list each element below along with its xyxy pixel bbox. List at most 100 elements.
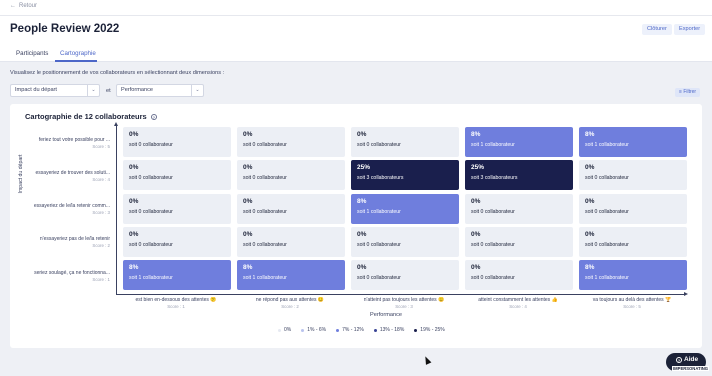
column-label-text: va toujours au delà des attentes 🏆 xyxy=(592,297,672,303)
column-label: n'atteint pas toujours les attentes 😐 Sc… xyxy=(347,297,461,309)
map-cell[interactable]: 0% soit 0 collaborateur xyxy=(123,160,231,190)
active-tab-indicator xyxy=(55,60,97,62)
cell-count: soit 0 collaborateur xyxy=(357,275,401,281)
tab-participants[interactable]: Participants xyxy=(16,50,48,57)
legend-swatch xyxy=(414,328,418,332)
column-label: ne répond pas aux attentes 😐 Score : 2 xyxy=(233,297,347,309)
cell-count: soit 1 collaborateur xyxy=(471,142,515,148)
map-cell[interactable]: 0% soit 0 collaborateur xyxy=(237,160,345,190)
row-label: essayeriez de trouver des soluti... Scor… xyxy=(32,170,110,182)
legend-item: 0% xyxy=(278,327,291,333)
row-score: Score : 2 xyxy=(92,243,110,248)
legend: 0% 1% - 6% 7% - 12% 13% - 18% 19% - 25% xyxy=(278,327,445,333)
legend-item: 13% - 18% xyxy=(373,327,405,333)
legend-swatch xyxy=(373,328,377,332)
cell-percentage: 0% xyxy=(357,231,367,238)
y-axis-line xyxy=(116,124,117,295)
cell-percentage: 0% xyxy=(129,198,139,205)
row-score: Score : 5 xyxy=(92,144,110,149)
row-label-text: n'essayeriez pas de le/la retenir xyxy=(39,236,110,242)
cell-count: soit 0 collaborateur xyxy=(129,209,173,215)
row-label: n'essayeriez pas de le/la retenir Score … xyxy=(32,236,110,248)
map-cell[interactable]: 8% soit 1 collaborateur xyxy=(123,260,231,290)
cell-count: soit 1 collaborateur xyxy=(129,275,173,281)
column-label-text: atteint constamment les attentes 👍 xyxy=(478,297,558,303)
filter-button[interactable]: ≡ Filtrer xyxy=(675,88,701,97)
map-cell[interactable]: 8% soit 1 collaborateur xyxy=(579,127,687,157)
cell-percentage: 8% xyxy=(471,131,481,138)
map-cell[interactable]: 0% soit 0 collaborateur xyxy=(237,194,345,224)
cell-percentage: 0% xyxy=(357,131,367,138)
dimension-y-select[interactable]: Impact du départ ⌄ xyxy=(10,84,100,97)
help-label: Aide xyxy=(684,356,699,363)
map-title: Cartographie de 12 collaborateurs ? xyxy=(25,112,157,121)
map-cell[interactable]: 8% soit 1 collaborateur xyxy=(465,127,573,157)
cell-percentage: 0% xyxy=(129,164,139,171)
cell-percentage: 0% xyxy=(129,231,139,238)
map-cell[interactable]: 0% soit 0 collaborateur xyxy=(351,227,459,257)
map-cell[interactable]: 0% soit 0 collaborateur xyxy=(465,194,573,224)
row-label-text: seriez soulagé, ça ne fonctionna... xyxy=(34,270,110,276)
map-cell[interactable]: 0% soit 0 collaborateur xyxy=(237,227,345,257)
cell-count: soit 3 collaborateurs xyxy=(471,175,518,181)
map-cell[interactable]: 0% soit 0 collaborateur xyxy=(351,127,459,157)
map-cell[interactable]: 0% soit 0 collaborateur xyxy=(237,127,345,157)
cell-count: soit 0 collaborateur xyxy=(357,242,401,248)
map-cell[interactable]: 25% soit 3 collaborateurs xyxy=(351,160,459,190)
conjunction-label: et xyxy=(106,88,111,94)
dimension-y-value: Impact du départ xyxy=(15,87,57,93)
map-cell[interactable]: 0% soit 0 collaborateur xyxy=(123,127,231,157)
map-cell[interactable]: 0% soit 0 collaborateur xyxy=(579,194,687,224)
cell-percentage: 8% xyxy=(357,198,367,205)
cell-percentage: 25% xyxy=(471,164,485,171)
cell-count: soit 1 collaborateur xyxy=(357,209,401,215)
column-label: est bien en-dessous des attentes 😕 Score… xyxy=(119,297,233,309)
map-cell[interactable]: 0% soit 0 collaborateur xyxy=(579,160,687,190)
info-icon[interactable]: ? xyxy=(150,114,157,121)
map-cell[interactable]: 0% soit 0 collaborateur xyxy=(465,260,573,290)
help-content: ? Aide xyxy=(676,356,698,363)
map-cell[interactable]: 0% soit 0 collaborateur xyxy=(579,227,687,257)
column-score: Score : 4 xyxy=(509,304,527,309)
tab-cartographie[interactable]: Cartographie xyxy=(60,50,96,57)
map-cell[interactable]: 25% soit 3 collaborateurs xyxy=(465,160,573,190)
cell-count: soit 0 collaborateur xyxy=(243,242,287,248)
column-label-text: est bien en-dessous des attentes 😕 xyxy=(135,297,217,303)
map-cell[interactable]: 8% soit 1 collaborateur xyxy=(237,260,345,290)
column-label: va toujours au delà des attentes 🏆 Score… xyxy=(575,297,689,309)
cell-count: soit 0 collaborateur xyxy=(585,242,629,248)
back-link[interactable]: ← Retour xyxy=(10,3,37,9)
legend-label: 7% - 12% xyxy=(342,327,364,333)
cell-percentage: 8% xyxy=(129,264,139,271)
map-cell[interactable]: 8% soit 1 collaborateur xyxy=(351,194,459,224)
cell-percentage: 25% xyxy=(357,164,371,171)
cell-percentage: 0% xyxy=(585,164,595,171)
cell-count: soit 0 collaborateur xyxy=(243,209,287,215)
map-cell[interactable]: 8% soit 1 collaborateur xyxy=(579,260,687,290)
arrow-left-icon: ← xyxy=(10,3,16,9)
page-title: People Review 2022 xyxy=(10,23,120,35)
export-button[interactable]: Exporter xyxy=(674,24,706,35)
dimension-x-select[interactable]: Performance ⌄ xyxy=(116,84,204,97)
map-title-text: Cartographie de 12 collaborateurs xyxy=(25,112,147,121)
cell-count: soit 0 collaborateur xyxy=(129,142,173,148)
page-footer-area xyxy=(0,350,712,376)
legend-label: 13% - 18% xyxy=(379,327,405,333)
column-label-text: n'atteint pas toujours les attentes 😐 xyxy=(363,297,445,303)
cell-percentage: 0% xyxy=(471,231,481,238)
map-cell[interactable]: 0% soit 0 collaborateur xyxy=(351,260,459,290)
map-cell[interactable]: 0% soit 0 collaborateur xyxy=(465,227,573,257)
y-axis-label: Impact du départ xyxy=(18,154,24,194)
column-score: Score : 5 xyxy=(623,304,641,309)
cell-count: soit 1 collaborateur xyxy=(585,142,629,148)
cell-count: soit 0 collaborateur xyxy=(585,175,629,181)
cell-percentage: 0% xyxy=(585,198,595,205)
legend-item: 7% - 12% xyxy=(336,327,364,333)
chevron-down-icon: ⌄ xyxy=(87,85,99,96)
map-cell[interactable]: 0% soit 0 collaborateur xyxy=(123,227,231,257)
row-score: Score : 3 xyxy=(92,210,110,215)
cell-count: soit 0 collaborateur xyxy=(243,175,287,181)
close-review-button[interactable]: Clôturer xyxy=(642,24,672,35)
cell-count: soit 1 collaborateur xyxy=(243,275,287,281)
map-cell[interactable]: 0% soit 0 collaborateur xyxy=(123,194,231,224)
